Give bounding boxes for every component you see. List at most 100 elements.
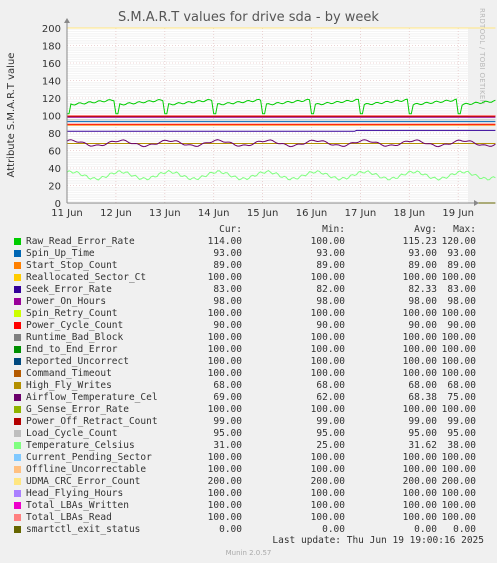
- legend-name: Power_On_Hours: [26, 296, 107, 307]
- x-tick-label: 11 Jun: [51, 208, 83, 219]
- legend-cur: 114.00: [207, 236, 242, 247]
- legend-name: Reallocated_Sector_Ct: [26, 272, 147, 283]
- legend-name: Raw_Read_Error_Rate: [26, 236, 135, 247]
- legend-swatch: [14, 442, 21, 449]
- legend-name: Total_LBAs_Written: [26, 500, 129, 511]
- legend-cur: 0.00: [219, 524, 242, 535]
- legend-min: 200.00: [310, 476, 345, 487]
- legend-row: Raw_Read_Error_Rate 114.00 100.00 115.23 120…: [12, 236, 482, 248]
- legend-cur: 100.00: [207, 500, 242, 511]
- legend-swatch: [14, 394, 21, 401]
- legend-max: 100.00: [441, 500, 476, 511]
- legend-cur: 99.00: [213, 416, 242, 427]
- y-tick-label: 180: [42, 42, 61, 53]
- legend-row: Total_LBAs_Written 100.00 100.00 100.00 100.…: [12, 500, 482, 512]
- legend-row: Reported_Uncorrect 100.00 100.00 100.00 100.…: [12, 356, 482, 368]
- x-tick-label: 14 Jun: [198, 208, 230, 219]
- legend-max: 99.00: [447, 416, 476, 427]
- legend-name: High_Fly_Writes: [26, 380, 112, 391]
- max-header: Max:: [453, 224, 476, 235]
- legend-row: Spin_Retry_Count 100.00 100.00 100.00 100.00: [12, 308, 482, 320]
- y-tick-label: 100: [42, 112, 61, 123]
- legend-min: 100.00: [310, 404, 345, 415]
- legend-row: Temperature_Celsius 31.00 25.00 31.62 38.00: [12, 440, 482, 452]
- legend-name: Spin_Retry_Count: [26, 308, 118, 319]
- legend-min: 100.00: [310, 344, 345, 355]
- legend-swatch: [14, 502, 21, 509]
- legend-max: 75.00: [447, 392, 476, 403]
- legend-swatch: [14, 298, 21, 305]
- legend-cur: 93.00: [213, 248, 242, 259]
- legend-max: 83.00: [447, 284, 476, 295]
- x-tick-label: 16 Jun: [296, 208, 328, 219]
- plot-area: 02040608010012014016018020011 Jun 12 Jun 1…: [6, 18, 496, 219]
- legend-cur: 68.00: [213, 380, 242, 391]
- legend-max: 0.00: [453, 524, 476, 535]
- legend-min: 93.00: [316, 248, 345, 259]
- legend-name: End_to_End_Error: [26, 344, 118, 355]
- legend-row: Power_On_Hours 98.00 98.00 98.00 98.00: [12, 296, 482, 308]
- legend-max: 38.00: [447, 440, 476, 451]
- legend-swatch: [14, 382, 21, 389]
- y-tick-label: 120: [42, 94, 61, 105]
- legend-cur: 100.00: [207, 308, 242, 319]
- legend-swatch: [14, 490, 21, 497]
- y-tick-label: 60: [48, 147, 61, 158]
- y-tick-label: 20: [48, 182, 61, 193]
- legend-name: smartctl_exit_status: [26, 524, 141, 535]
- legend-rows: Raw_Read_Error_Rate 114.00 100.00 115.23 120…: [12, 236, 482, 536]
- legend-header: Cur: Min: Avg: Max:: [12, 224, 482, 236]
- x-tick-label: 18 Jun: [394, 208, 426, 219]
- legend-min: 100.00: [310, 236, 345, 247]
- legend-min: 98.00: [316, 296, 345, 307]
- legend-min: 100.00: [310, 452, 345, 463]
- legend-min: 100.00: [310, 464, 345, 475]
- legend-row: UDMA_CRC_Error_Count 200.00 200.00 200.00 20…: [12, 476, 482, 488]
- legend-row: Runtime_Bad_Block 100.00 100.00 100.00 100.0…: [12, 332, 482, 344]
- legend-min: 62.00: [316, 392, 345, 403]
- legend-swatch: [14, 526, 21, 533]
- legend-cur: 200.00: [207, 476, 242, 487]
- legend-swatch: [14, 274, 21, 281]
- legend-swatch: [14, 466, 21, 473]
- legend-min: 100.00: [310, 356, 345, 367]
- legend-row: Offline_Uncorrectable 100.00 100.00 100.00 1…: [12, 464, 482, 476]
- legend-max: 95.00: [447, 428, 476, 439]
- legend-cur: 31.00: [213, 440, 242, 451]
- legend-cur: 100.00: [207, 512, 242, 523]
- legend-max: 100.00: [441, 464, 476, 475]
- legend-max: 89.00: [447, 260, 476, 271]
- legend-cur: 95.00: [213, 428, 242, 439]
- legend-name: Runtime_Bad_Block: [26, 332, 124, 343]
- y-tick-label: 40: [48, 164, 61, 175]
- legend-cur: 89.00: [213, 260, 242, 271]
- legend-swatch: [14, 238, 21, 245]
- legend-row: Load_Cycle_Count 95.00 95.00 95.00 95.00: [12, 428, 482, 440]
- legend-cur: 100.00: [207, 332, 242, 343]
- legend-cur: 83.00: [213, 284, 242, 295]
- legend-row: Start_Stop_Count 89.00 89.00 89.00 89.00: [12, 260, 482, 272]
- legend-name: Power_Off_Retract_Count: [26, 416, 158, 427]
- legend-min: 0.00: [322, 524, 345, 535]
- legend-name: Reported_Uncorrect: [26, 356, 129, 367]
- legend-cur: 69.00: [213, 392, 242, 403]
- legend-cur: 100.00: [207, 344, 242, 355]
- last-update: Last update: Thu Jun 19 19:00:16 2025: [272, 535, 484, 546]
- x-tick-label: 17 Jun: [345, 208, 377, 219]
- legend-max: 93.00: [447, 248, 476, 259]
- x-tick-label: 15 Jun: [247, 208, 279, 219]
- legend-row: Reallocated_Sector_Ct 100.00 100.00 100.00 1…: [12, 272, 482, 284]
- x-tick-label: 12 Jun: [100, 208, 132, 219]
- legend-cur: 100.00: [207, 452, 242, 463]
- legend-min: 100.00: [310, 368, 345, 379]
- legend-max: 90.00: [447, 320, 476, 331]
- legend-cur: 98.00: [213, 296, 242, 307]
- legend-swatch: [14, 334, 21, 341]
- legend-max: 100.00: [441, 488, 476, 499]
- legend-max: 98.00: [447, 296, 476, 307]
- legend-row: Power_Cycle_Count 90.00 90.00 90.00 90.00: [12, 320, 482, 332]
- legend-name: Seek_Error_Rate: [26, 284, 112, 295]
- legend-min: 25.00: [316, 440, 345, 451]
- legend-name: Current_Pending_Sector: [26, 452, 152, 463]
- legend-name: Total_LBAs_Read: [26, 512, 112, 523]
